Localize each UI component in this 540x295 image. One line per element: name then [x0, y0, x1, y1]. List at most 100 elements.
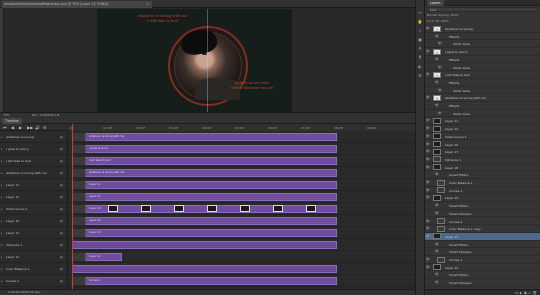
track-menu-icon[interactable]: ▤	[60, 275, 63, 286]
expand-arrow-icon[interactable]: ▸	[1, 263, 3, 274]
layer-row[interactable]: 👁 Smart Sharpen	[425, 279, 540, 287]
timeline-track-label[interactable]: ▸ Vibrance 1 ▤	[0, 239, 68, 251]
layer-row[interactable]: 👁 Outer Glow	[425, 64, 540, 72]
timeline-clip[interactable]	[72, 277, 337, 285]
effect-visibility-icon[interactable]: 👁	[438, 65, 443, 69]
expand-arrow-icon[interactable]: ▸	[1, 227, 3, 238]
expand-arrow-icon[interactable]: ▸	[1, 155, 3, 166]
effect-visibility-icon[interactable]: 👁	[435, 34, 440, 38]
layer-row[interactable]: 👁 Vibrance 1	[425, 156, 540, 164]
effect-visibility-icon[interactable]: 👁	[435, 57, 440, 61]
layer-row[interactable]: 👁 Layer 12	[425, 125, 540, 133]
layer-row[interactable]: 👁 Layer 16	[425, 141, 540, 149]
visibility-eye-icon[interactable]: 👁	[426, 265, 431, 269]
layer-row[interactable]: 👁 Color Balance 1	[425, 179, 540, 187]
panel-tool-button[interactable]: ¶	[417, 55, 423, 61]
transport-button-3[interactable]: ▶▶	[27, 125, 33, 130]
visibility-eye-icon[interactable]: 👁	[426, 126, 431, 130]
track-menu-icon[interactable]: ▤	[60, 215, 63, 226]
visibility-eye-icon[interactable]: 👁	[426, 72, 431, 76]
layer-row[interactable]: 👁 Curves 1	[425, 256, 540, 264]
timeline-track-label[interactable]: ▸ Video Group 1 ▤	[0, 203, 68, 215]
timeline-clip[interactable]	[72, 193, 337, 201]
panel-tool-button[interactable]: ⌕	[417, 28, 423, 34]
adjustment-clip[interactable]	[72, 241, 337, 249]
visibility-eye-icon[interactable]: 👁	[426, 180, 431, 184]
layer-row[interactable]: 👁 Video Group 1	[425, 133, 540, 141]
layer-row[interactable]: 👁 Color Balance 1 copy	[425, 225, 540, 233]
effect-visibility-icon[interactable]: 👁	[435, 203, 440, 207]
expand-arrow-icon[interactable]: ▸	[1, 167, 3, 178]
timeline-track-label[interactable]: ▸ Color Balance 1 ▤	[0, 263, 68, 275]
visibility-eye-icon[interactable]: 👁	[426, 165, 431, 169]
expand-arrow-icon[interactable]: ▸	[1, 239, 3, 250]
effect-visibility-icon[interactable]: 👁	[438, 88, 443, 92]
effect-visibility-icon[interactable]: 👁	[435, 103, 440, 107]
effect-visibility-icon[interactable]: 👁	[438, 111, 443, 115]
track-menu-icon[interactable]: ▤	[60, 239, 63, 250]
panel-tool-button[interactable]: ↔	[417, 10, 423, 16]
layer-row-selected[interactable]: 👁 Layer 13	[425, 232, 540, 241]
layer-row[interactable]: 👁 Smart Filters	[425, 171, 540, 179]
transport-button-2[interactable]: ▶	[19, 125, 22, 130]
track-menu-icon[interactable]: ▤	[60, 179, 63, 190]
layer-row[interactable]: 👁 Effects	[425, 102, 540, 110]
expand-arrow-icon[interactable]: ▸	[1, 275, 3, 286]
visibility-eye-icon[interactable]: 👁	[426, 149, 431, 153]
visibility-eye-icon[interactable]: 👁	[426, 188, 431, 192]
track-menu-icon[interactable]: ▤	[60, 227, 63, 238]
track-menu-icon[interactable]: ▤	[60, 263, 63, 274]
transport-button-4[interactable]: 🔊	[35, 125, 40, 130]
timeline-clip[interactable]	[72, 181, 337, 189]
visibility-eye-icon[interactable]: 👁	[426, 234, 431, 238]
layer-row[interactable]: 👁 Effects	[425, 79, 540, 87]
expand-arrow-icon[interactable]: ▸	[1, 143, 3, 154]
layer-row[interactable]: 👁 Outer Glow	[425, 87, 540, 95]
visibility-eye-icon[interactable]: 👁	[426, 157, 431, 161]
transport-button-0[interactable]: ⏮	[3, 125, 7, 130]
track-menu-icon[interactable]: ▤	[60, 251, 63, 262]
layer-filter-select[interactable]: Kind	[427, 7, 538, 12]
visibility-eye-icon[interactable]: 👁	[426, 118, 431, 122]
effect-visibility-icon[interactable]: 👁	[435, 211, 440, 215]
layer-row[interactable]: 👁 Layer 15	[425, 194, 540, 203]
layer-row[interactable]: 👁 Outer Glow	[425, 40, 540, 49]
timeline-track-label[interactable]: ▸ I will take to bed ▤	[0, 155, 68, 167]
effect-visibility-icon[interactable]: 👁	[438, 41, 443, 45]
expand-arrow-icon[interactable]: ▸	[1, 191, 3, 202]
layer-row[interactable]: 👁 Curves 1	[425, 187, 540, 195]
panel-tool-button[interactable]: ▣	[417, 37, 423, 43]
timeline-track-label[interactable]: ▸ Layer 11 ▤	[0, 179, 68, 191]
layer-row[interactable]: 👁 Smart Filters	[425, 271, 540, 280]
blend-mode-row[interactable]: Normal Opacity: 100%	[427, 13, 538, 18]
effect-visibility-icon[interactable]: 👁	[435, 272, 440, 276]
panel-tool-button[interactable]: A	[417, 46, 423, 52]
track-menu-icon[interactable]: ▤	[60, 167, 63, 178]
close-tab-icon[interactable]: ×	[146, 1, 149, 8]
effect-visibility-icon[interactable]: 👁	[435, 172, 440, 176]
layers-footer-buttons[interactable]: fx ◐ ▣ ▭ 🗑	[425, 289, 540, 295]
vertical-guide[interactable]	[207, 9, 208, 112]
layer-row[interactable]: 👁 Layer 17	[425, 148, 540, 156]
layer-row[interactable]: 👁 Outer Glow	[425, 110, 540, 118]
layer-row[interactable]: 👁 Curves 2	[425, 218, 540, 226]
track-menu-icon[interactable]: ▤	[60, 203, 63, 214]
visibility-eye-icon[interactable]: 👁	[426, 26, 431, 30]
panel-tool-button[interactable]: ✋	[417, 19, 423, 25]
timeline-clip[interactable]	[72, 157, 337, 165]
timeline-track-label[interactable]: ▸ Layer 12 ▤	[0, 191, 68, 203]
visibility-eye-icon[interactable]: 👁	[426, 49, 431, 53]
effect-visibility-icon[interactable]: 👁	[435, 242, 440, 246]
track-menu-icon[interactable]: ▤	[60, 131, 63, 142]
expand-arrow-icon[interactable]: ▸	[1, 215, 3, 226]
track-menu-icon[interactable]: ▤	[60, 143, 63, 154]
layer-row[interactable]: 👁 Smart Filters	[425, 241, 540, 249]
timeline-playhead[interactable]	[72, 124, 73, 289]
layer-row[interactable]: 👁 Effects	[425, 33, 540, 41]
visibility-eye-icon[interactable]: 👁	[426, 257, 431, 261]
timeline-track-label[interactable]: ▸ I grew to worry ▤	[0, 143, 68, 155]
expand-arrow-icon[interactable]: ▸	[1, 203, 3, 214]
visibility-eye-icon[interactable]: 👁	[426, 226, 431, 230]
visibility-eye-icon[interactable]: 👁	[426, 134, 431, 138]
timeline-clip[interactable]	[72, 229, 337, 237]
